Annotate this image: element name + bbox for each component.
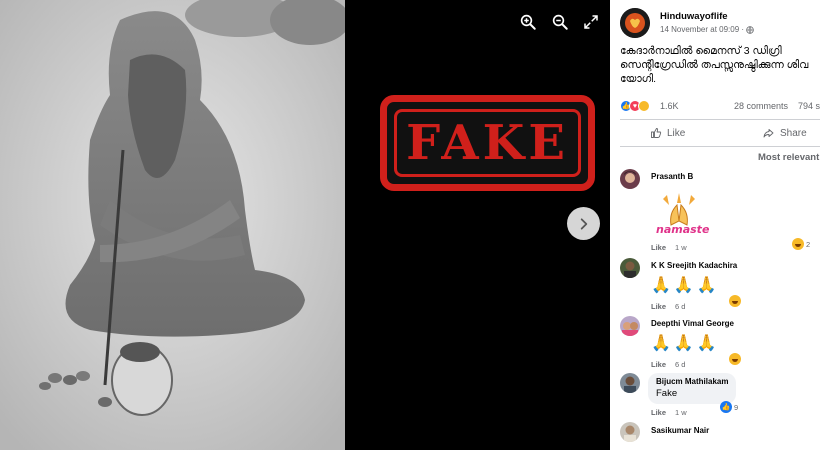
- post-header: Hinduwayoflife 14 November at 09:09 ·: [620, 8, 820, 38]
- post-photo[interactable]: [0, 0, 345, 450]
- comment-item: Deepthi Vimal George 🙏 🙏 🙏 Like 6 d: [620, 316, 820, 371]
- post-caption: കേദാർനാഥിൽ മൈനസ് 3 ഡിഗ്രി സെന്റിഗ്രേഡിൽ …: [620, 45, 809, 85]
- share-label: Share: [780, 127, 807, 139]
- comments-count[interactable]: 28 comments: [734, 101, 788, 111]
- page-name[interactable]: Hinduwayoflife: [660, 11, 728, 22]
- like-reaction-icon: 👍: [720, 401, 732, 413]
- commenter-name[interactable]: Bijucm Mathilakam: [656, 377, 728, 386]
- avatar[interactable]: [620, 373, 640, 393]
- comment-text: Fake: [656, 388, 678, 399]
- expand-icon: [584, 15, 598, 29]
- comment-reaction-count: 2: [806, 239, 811, 249]
- comment-time[interactable]: 6 d: [675, 302, 685, 311]
- folded-hands-icon: 🙏: [673, 335, 694, 352]
- post-details-panel: Hinduwayoflife 14 November at 09:09 · കേ…: [610, 0, 820, 450]
- comment-meta: Like 6 d: [651, 302, 685, 311]
- user-avatar-image: [620, 169, 640, 189]
- folded-hands-icon: 🙏: [673, 277, 694, 294]
- comment-reaction-count: 9: [734, 402, 739, 412]
- folded-hands-icon: 🙏: [696, 277, 717, 294]
- avatar[interactable]: [620, 169, 640, 189]
- comment-bubble: Bijucm Mathilakam Fake: [648, 373, 737, 404]
- next-photo-button[interactable]: [567, 207, 600, 240]
- commenter-name[interactable]: Sasikumar Nair: [651, 426, 709, 435]
- post-meta: 14 November at 09:09 ·: [660, 25, 754, 34]
- shares-count[interactable]: 794 shares: [798, 101, 820, 111]
- comment-like-link[interactable]: Like: [651, 360, 666, 369]
- reactions-count[interactable]: 1.6K: [660, 101, 679, 111]
- user-avatar-image: [620, 422, 640, 442]
- comment-meta: Like 6 d: [651, 360, 685, 369]
- om-logo-icon: [620, 8, 650, 38]
- comment-time[interactable]: 6 d: [675, 360, 685, 369]
- zoom-out-button[interactable]: [548, 10, 572, 34]
- comment-meta: Like 1 w: [651, 408, 687, 417]
- fake-stamp-text: FAKE: [406, 115, 569, 171]
- comment-item: Sasikumar Nair: [620, 422, 820, 450]
- like-button[interactable]: Like: [650, 127, 685, 139]
- post-timestamp[interactable]: 14 November at 09:09 ·: [660, 25, 744, 34]
- haha-reaction-icon: [792, 238, 804, 250]
- comment-sort-dropdown[interactable]: Most relevant: [758, 152, 819, 163]
- reaction-summary: 👍 ♥ 1.6K 28 comments 794 shares: [620, 100, 820, 114]
- comment-reaction-badge[interactable]: 2: [792, 238, 810, 250]
- comment-reaction-badge[interactable]: 👍 9: [720, 401, 738, 413]
- reaction-icons[interactable]: 👍 ♥: [620, 100, 650, 112]
- haha-reaction-icon: [729, 353, 741, 365]
- avatar[interactable]: [620, 422, 640, 442]
- share-arrow-icon: [763, 129, 774, 138]
- commenter-name[interactable]: Deepthi Vimal George: [651, 319, 734, 328]
- comment-reaction-badge[interactable]: [729, 295, 741, 307]
- comment-item: Bijucm Mathilakam Fake Like 1 w 👍 9: [620, 373, 820, 421]
- zoom-out-icon: [552, 14, 568, 30]
- folded-hands-icon: 🙏: [651, 335, 671, 352]
- user-avatar-image: [620, 373, 640, 393]
- ash-covered-yogi-image: [0, 0, 345, 450]
- haha-reaction-icon: [729, 295, 741, 307]
- fullscreen-button[interactable]: [579, 10, 603, 34]
- fake-stamp: FAKE: [380, 95, 595, 191]
- sticker-caption: namaste: [656, 223, 710, 236]
- namaste-sticker: namaste: [653, 191, 709, 239]
- divider-bottom: [620, 146, 820, 147]
- user-avatar-image: [620, 316, 640, 336]
- page-avatar[interactable]: [620, 8, 650, 38]
- commenter-name[interactable]: Prasanth B: [651, 172, 693, 181]
- emoji-row: 🙏 🙏 🙏: [651, 333, 717, 353]
- avatar[interactable]: [620, 258, 640, 278]
- emoji-row: 🙏 🙏 🙏: [651, 275, 717, 295]
- like-label: Like: [667, 127, 686, 139]
- care-reaction-icon: [638, 100, 650, 112]
- share-button[interactable]: Share: [762, 127, 807, 139]
- commenter-name[interactable]: K K Sreejith Kadachira: [651, 261, 737, 270]
- folded-hands-icon: 🙏: [651, 277, 671, 294]
- user-avatar-image: [620, 258, 640, 278]
- comment-reaction-badge[interactable]: [729, 353, 741, 365]
- sort-label: Most relevant: [758, 152, 820, 163]
- comment-like-link[interactable]: Like: [651, 243, 666, 252]
- comment-like-link[interactable]: Like: [651, 302, 666, 311]
- chevron-right-icon: [580, 217, 587, 230]
- folded-hands-icon: 🙏: [696, 335, 717, 352]
- comment-time[interactable]: 1 w: [675, 243, 687, 252]
- divider-top: [620, 119, 820, 120]
- comment-item: K K Sreejith Kadachira 🙏 🙏 🙏 Like 6 d: [620, 258, 820, 313]
- comment-time[interactable]: 1 w: [675, 408, 687, 417]
- comment-meta: Like 1 w: [651, 243, 687, 252]
- zoom-in-icon: [520, 14, 536, 30]
- avatar[interactable]: [620, 316, 640, 336]
- comment-item: Prasanth B namaste Like 1 w 2: [620, 169, 820, 254]
- comment-like-link[interactable]: Like: [651, 408, 666, 417]
- thumbs-up-icon: [651, 128, 662, 138]
- globe-icon: [746, 25, 754, 34]
- zoom-in-button[interactable]: [516, 10, 540, 34]
